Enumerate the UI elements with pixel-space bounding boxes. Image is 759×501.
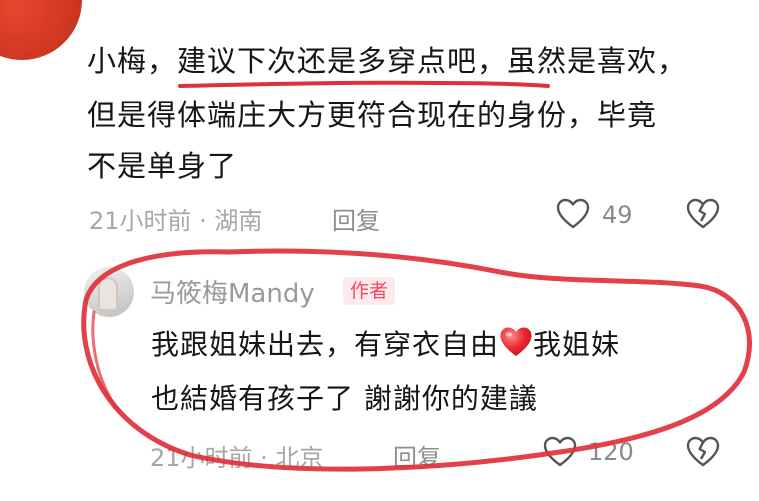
reply-text-line-1-part-2: 我姐妹 (533, 328, 621, 361)
reply-text-line-1-part-1: 我跟姐妹出去，有穿衣自由 (151, 328, 500, 361)
reply-reply-button[interactable]: 回复 (393, 438, 441, 473)
comment-text-line-3: 不是单身了 (87, 149, 238, 183)
comment-reply-button[interactable]: 回复 (332, 201, 380, 236)
comment-like-count: 49 (602, 201, 633, 229)
comment-text-line-2: 但是得体端庄大方更符合现在的身份，毕竟 (87, 98, 658, 132)
reply-text-line-1: 我跟姐妹出去，有穿衣自由 我姐妹 (151, 322, 620, 372)
broken-heart-icon[interactable] (686, 198, 720, 234)
red-circle-inner-stroke (91, 310, 120, 412)
comment-text-line-1: 小梅，建议下次还是多穿点吧，虽然是喜欢， (87, 44, 688, 78)
reply-like-count: 120 (588, 438, 634, 466)
author-badge: 作者 (343, 277, 396, 305)
reply-time-location: 21小时前 · 北京 (150, 444, 324, 472)
comment-time-location: 21小时前 · 湖南 (89, 207, 263, 235)
red-heart-emoji-icon (499, 326, 533, 372)
heart-outline-icon[interactable] (543, 436, 577, 472)
comment-thread-screenshot: 小梅，建议下次还是多穿点吧，虽然是喜欢， 但是得体端庄大方更符合现在的身份，毕竟… (0, 0, 759, 501)
heart-outline-icon[interactable] (556, 198, 590, 234)
commenter-avatar[interactable] (0, 0, 82, 60)
reply-username[interactable]: 马筱梅Mandy (150, 273, 315, 310)
author-avatar[interactable] (84, 267, 134, 317)
broken-heart-icon[interactable] (686, 436, 720, 472)
reply-text-line-2: 也結婚有孩子了 謝謝你的建議 (151, 382, 538, 415)
